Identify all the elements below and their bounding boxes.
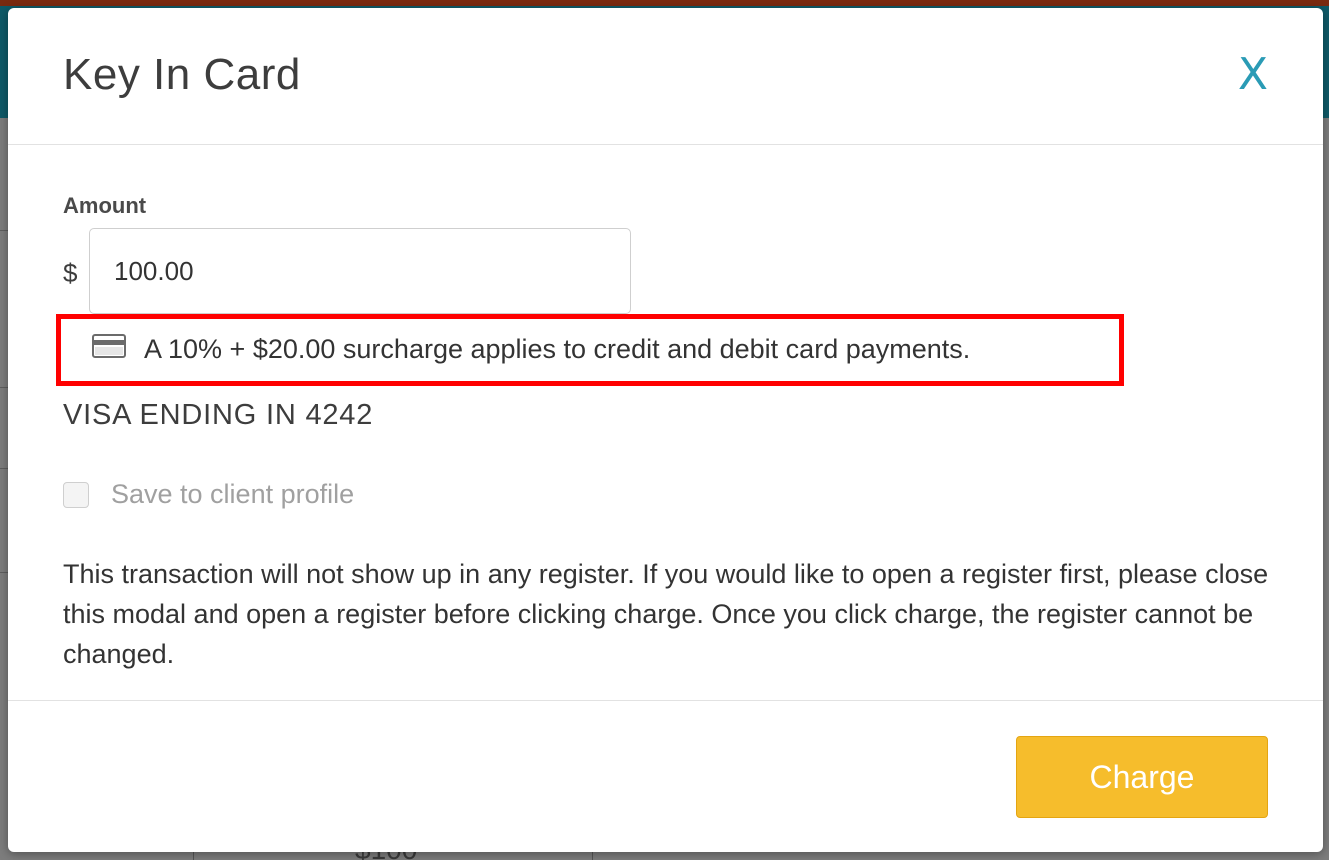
close-button[interactable]: X	[1238, 48, 1268, 102]
modal-header: Key In Card X	[8, 8, 1323, 145]
background-divider	[0, 572, 8, 573]
amount-label: Amount	[63, 193, 147, 218]
surcharge-notice: A 10% + $20.00 surcharge applies to cred…	[144, 334, 971, 364]
save-to-profile-label[interactable]: Save to client profile	[111, 478, 354, 510]
charge-button[interactable]: Charge	[1016, 736, 1268, 818]
credit-card-icon	[92, 334, 126, 358]
background-divider	[0, 468, 8, 469]
background-divider	[0, 387, 8, 388]
card-ending-label: VISA ENDING IN 4242	[63, 399, 374, 431]
amount-input[interactable]	[89, 228, 631, 314]
modal-footer: Charge	[8, 700, 1323, 852]
key-in-card-modal: Key In Card X Amount $ A 10% + $20.00 su…	[8, 8, 1323, 852]
register-notice: This transaction will not show up in any…	[63, 559, 1269, 669]
background-divider	[0, 230, 8, 231]
save-to-profile-checkbox[interactable]	[63, 482, 89, 508]
currency-symbol: $	[63, 258, 78, 288]
modal-title: Key In Card	[63, 50, 301, 99]
